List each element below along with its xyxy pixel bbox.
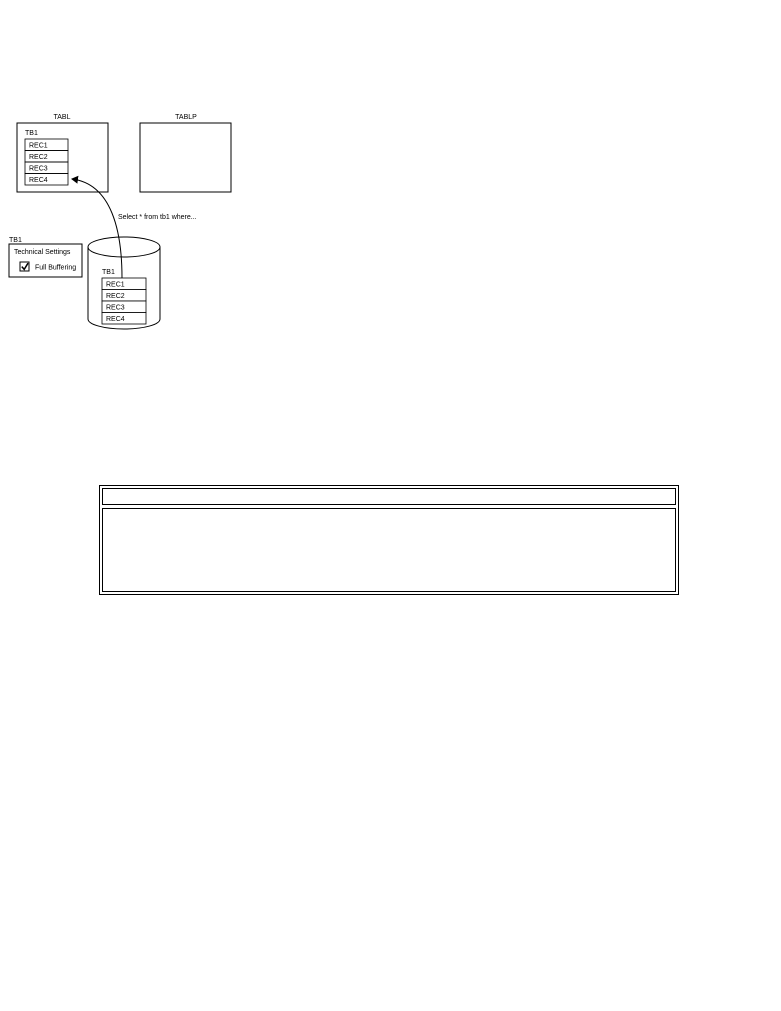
database-record-label: REC2 <box>106 293 125 300</box>
note-box-header <box>102 488 676 505</box>
note-box <box>99 485 679 595</box>
buffered-table-name: TB1 <box>25 130 38 137</box>
buffer-tablp-label: TABLP <box>175 114 197 121</box>
buffering-diagram: TABL TB1 REC1 REC2 REC3 REC4 TABLP TB1 T… <box>8 114 232 330</box>
buffer-tabl-label: TABL <box>54 114 71 121</box>
database-record-label: REC1 <box>106 282 125 289</box>
note-box-body <box>102 508 676 592</box>
buffer-tablp-box <box>139 122 232 193</box>
buffered-record-label: REC2 <box>29 154 48 161</box>
full-buffering-label: Full Buffering <box>35 265 76 272</box>
buffered-record-label: REC1 <box>29 143 48 150</box>
database-record-label: REC3 <box>106 305 125 312</box>
database-record-label: REC4 <box>106 316 125 323</box>
buffered-record-label: REC4 <box>29 177 48 184</box>
technical-settings-title: Technical Settings <box>14 249 71 256</box>
database-table-records: REC1 REC2 REC3 REC4 <box>101 277 147 325</box>
buffered-table-records: REC1 REC2 REC3 REC4 <box>24 138 69 186</box>
query-label: Select * from tb1 where... <box>118 214 197 221</box>
settings-table-name: TB1 <box>9 237 22 244</box>
database-table-name: TB1 <box>102 269 115 276</box>
buffered-record-label: REC3 <box>29 166 48 173</box>
